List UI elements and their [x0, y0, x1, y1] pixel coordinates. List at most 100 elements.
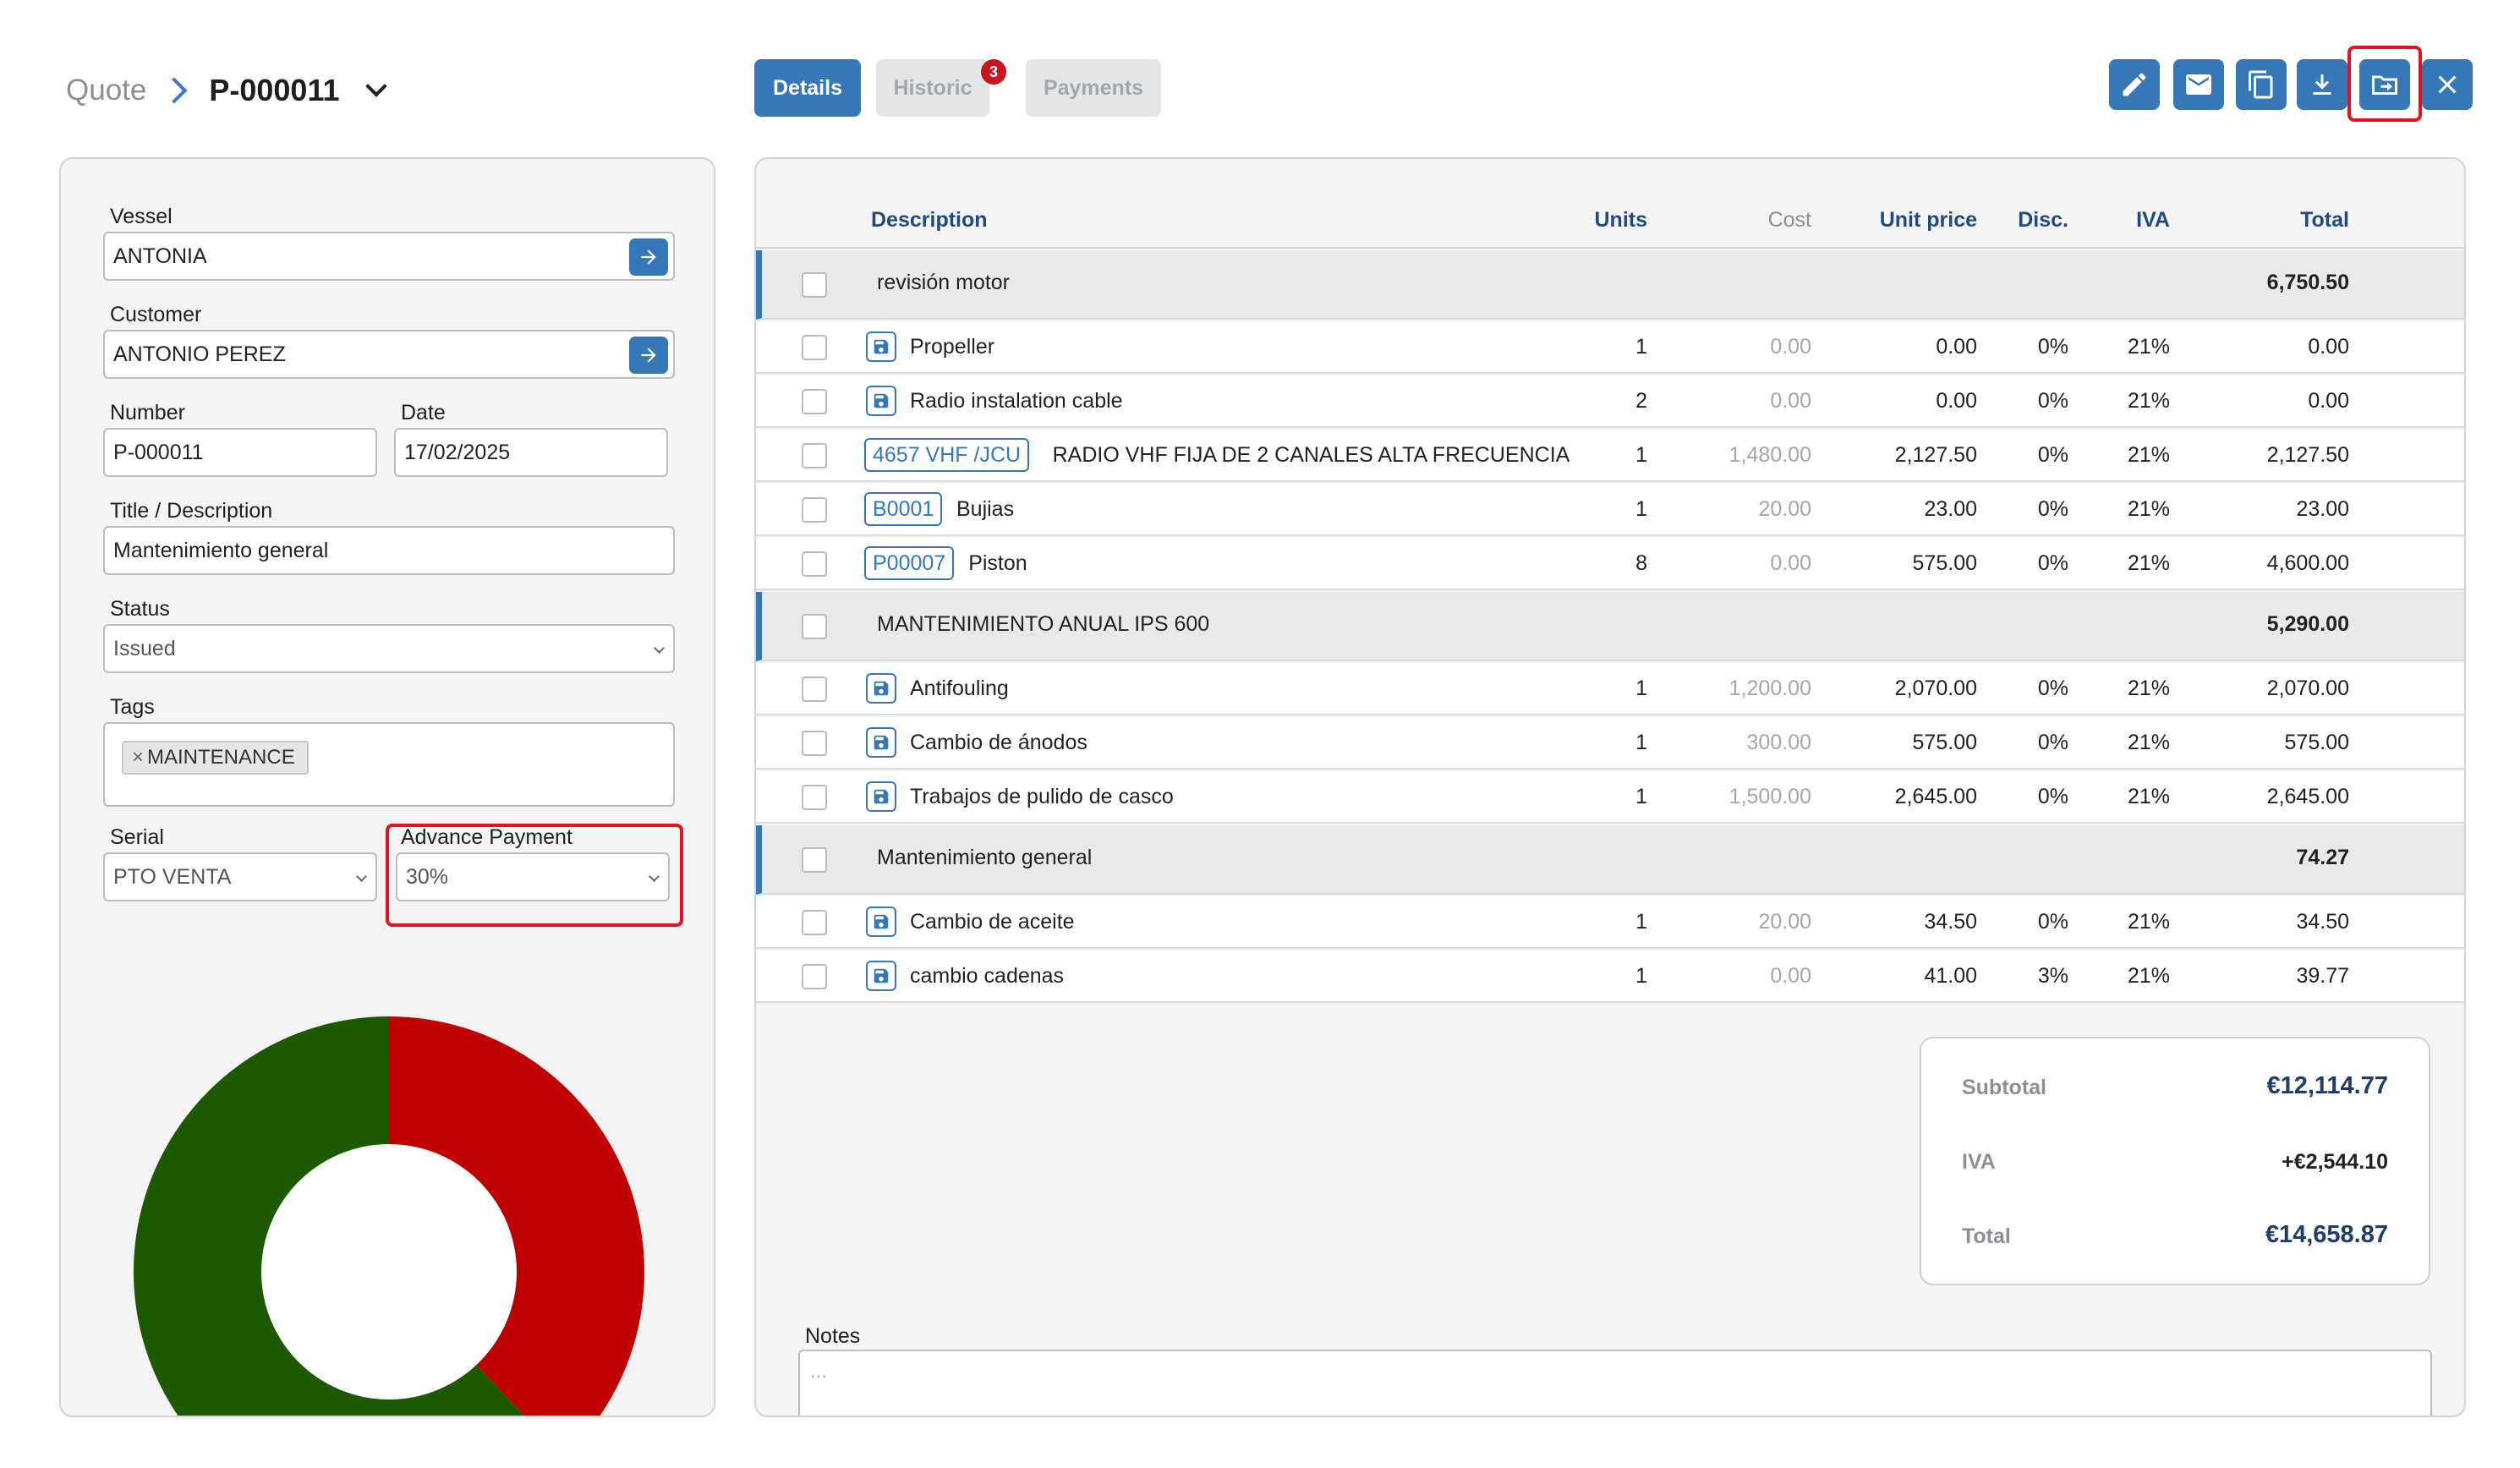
line-iva: 21%	[2127, 497, 2170, 521]
save-icon[interactable]	[866, 961, 896, 991]
line-checkbox[interactable]	[802, 964, 827, 989]
serial-label: Serial	[110, 825, 164, 849]
line-units: 1	[1635, 497, 1647, 521]
tab-payments[interactable]: Payments	[1026, 59, 1161, 117]
subtotal-value: €12,114.77	[2266, 1072, 2388, 1099]
line-checkbox[interactable]	[802, 551, 827, 577]
tab-details[interactable]: Details	[754, 59, 861, 117]
send-email-button[interactable]	[2173, 59, 2224, 110]
line-unit-price: 0.00	[1936, 389, 1977, 413]
table-row: Cambio de ánodos 1 300.00 575.00 0% 21% 575.00	[756, 717, 2464, 770]
product-code-link[interactable]: P00007	[864, 546, 955, 580]
line-total: 34.50	[2296, 910, 2349, 934]
chevron-down-icon[interactable]	[364, 75, 387, 97]
notes-textarea[interactable]: ...	[798, 1350, 2432, 1416]
product-code-link[interactable]: 4657 VHF /JCU	[864, 438, 1030, 472]
line-cost: 1,500.00	[1728, 785, 1811, 808]
tab-historic[interactable]: Historic	[876, 59, 989, 117]
product-code-link[interactable]: B0001	[864, 492, 943, 526]
col-total[interactable]: Total	[2300, 208, 2349, 233]
line-discount: 3%	[2037, 964, 2068, 988]
close-button[interactable]	[2422, 59, 2473, 110]
col-unit-price[interactable]: Unit price	[1880, 208, 1977, 233]
group-checkbox[interactable]	[802, 847, 827, 873]
line-checkbox[interactable]	[802, 910, 827, 935]
group-row[interactable]: MANTENIMIENTO ANUAL IPS 600 5,290.00	[756, 592, 2464, 661]
group-row[interactable]: revisión motor 6,750.50	[756, 250, 2464, 320]
line-cost: 0.00	[1770, 551, 1811, 575]
vessel-field[interactable]: ANTONIA	[103, 232, 675, 281]
group-checkbox[interactable]	[802, 614, 827, 639]
save-icon[interactable]	[866, 727, 896, 758]
table-row: Antifouling 1 1,200.00 2,070.00 0% 21% 2,070.0…	[756, 663, 2464, 715]
notes-label: Notes	[805, 1324, 861, 1348]
download-icon	[2313, 74, 2331, 95]
line-checkbox[interactable]	[802, 443, 827, 468]
save-icon[interactable]	[866, 386, 896, 416]
arrow-right-icon	[641, 348, 656, 363]
col-description[interactable]: Description	[871, 208, 988, 233]
line-checkbox[interactable]	[802, 497, 827, 523]
line-units: 1	[1635, 335, 1647, 359]
duplicate-button[interactable]	[2236, 59, 2287, 110]
save-icon[interactable]	[866, 907, 896, 937]
group-total: 5,290.00	[2266, 612, 2349, 636]
col-cost[interactable]: Cost	[1768, 208, 1811, 233]
date-field[interactable]: 17/02/2025	[394, 428, 668, 477]
line-discount: 0%	[2037, 785, 2068, 808]
title-field[interactable]: Mantenimiento general	[103, 526, 675, 575]
download-button[interactable]	[2297, 59, 2347, 110]
line-total: 4,600.00	[2266, 551, 2349, 575]
line-discount: 0%	[2037, 335, 2068, 359]
col-units[interactable]: Units	[1595, 208, 1648, 233]
col-iva[interactable]: IVA	[2136, 208, 2170, 233]
line-checkbox[interactable]	[802, 731, 827, 756]
open-customer-button[interactable]	[629, 337, 668, 374]
line-total: 0.00	[2308, 389, 2349, 413]
serial-value: PTO VENTA	[113, 864, 232, 889]
line-cost: 1,200.00	[1728, 676, 1811, 700]
table-row: 4657 VHF /JCU RADIO VHF FIJA DE 2 CANALES…	[756, 430, 2464, 482]
save-icon[interactable]	[866, 781, 896, 812]
table-row: Propeller 1 0.00 0.00 0% 21% 0.00	[756, 321, 2464, 374]
line-units: 2	[1635, 389, 1647, 413]
line-total: 23.00	[2296, 497, 2349, 521]
line-discount: 0%	[2037, 389, 2068, 413]
line-total: 2,645.00	[2266, 785, 2349, 808]
col-disc[interactable]: Disc.	[2018, 208, 2068, 233]
line-unit-price: 575.00	[1912, 551, 1977, 575]
line-total: 39.77	[2296, 964, 2349, 988]
line-iva: 21%	[2127, 551, 2170, 575]
tags-input[interactable]: × MAINTENANCE	[103, 722, 675, 807]
tag-label: MAINTENANCE	[147, 746, 295, 769]
table-row: B0001 Bujias 1 20.00 23.00 0% 21% 23.00	[756, 484, 2464, 536]
status-select[interactable]: Issued	[103, 624, 675, 673]
group-checkbox[interactable]	[802, 272, 827, 298]
arrow-right-icon	[641, 249, 656, 265]
number-field[interactable]: P-000011	[103, 428, 377, 477]
breadcrumb-quote-link[interactable]: Quote	[66, 74, 146, 107]
group-row[interactable]: Mantenimiento general 74.27	[756, 825, 2464, 895]
group-name: Mantenimiento general	[877, 846, 1093, 869]
line-description: Piston	[968, 551, 1027, 575]
tags-label: Tags	[110, 695, 155, 719]
line-unit-price: 2,127.50	[1894, 443, 1977, 467]
line-units: 1	[1635, 785, 1647, 808]
serial-select[interactable]: PTO VENTA	[103, 852, 377, 901]
save-icon[interactable]	[866, 331, 896, 362]
line-checkbox[interactable]	[802, 676, 827, 702]
line-checkbox[interactable]	[802, 335, 827, 360]
save-icon[interactable]	[866, 673, 896, 704]
remove-tag-icon[interactable]: ×	[132, 746, 144, 770]
line-checkbox[interactable]	[802, 389, 827, 414]
line-checkbox[interactable]	[802, 785, 827, 810]
edit-button[interactable]	[2109, 59, 2160, 110]
line-discount: 0%	[2037, 676, 2068, 700]
line-description: Radio instalation cable	[910, 389, 1123, 413]
line-total: 2,127.50	[2266, 443, 2349, 467]
group-name: revisión motor	[877, 271, 1010, 294]
customer-field[interactable]: ANTONIO PEREZ	[103, 330, 675, 379]
breadcrumb: Quote P-000011	[66, 69, 387, 112]
total-value: €14,658.87	[2265, 1221, 2388, 1248]
open-vessel-button[interactable]	[629, 238, 668, 276]
